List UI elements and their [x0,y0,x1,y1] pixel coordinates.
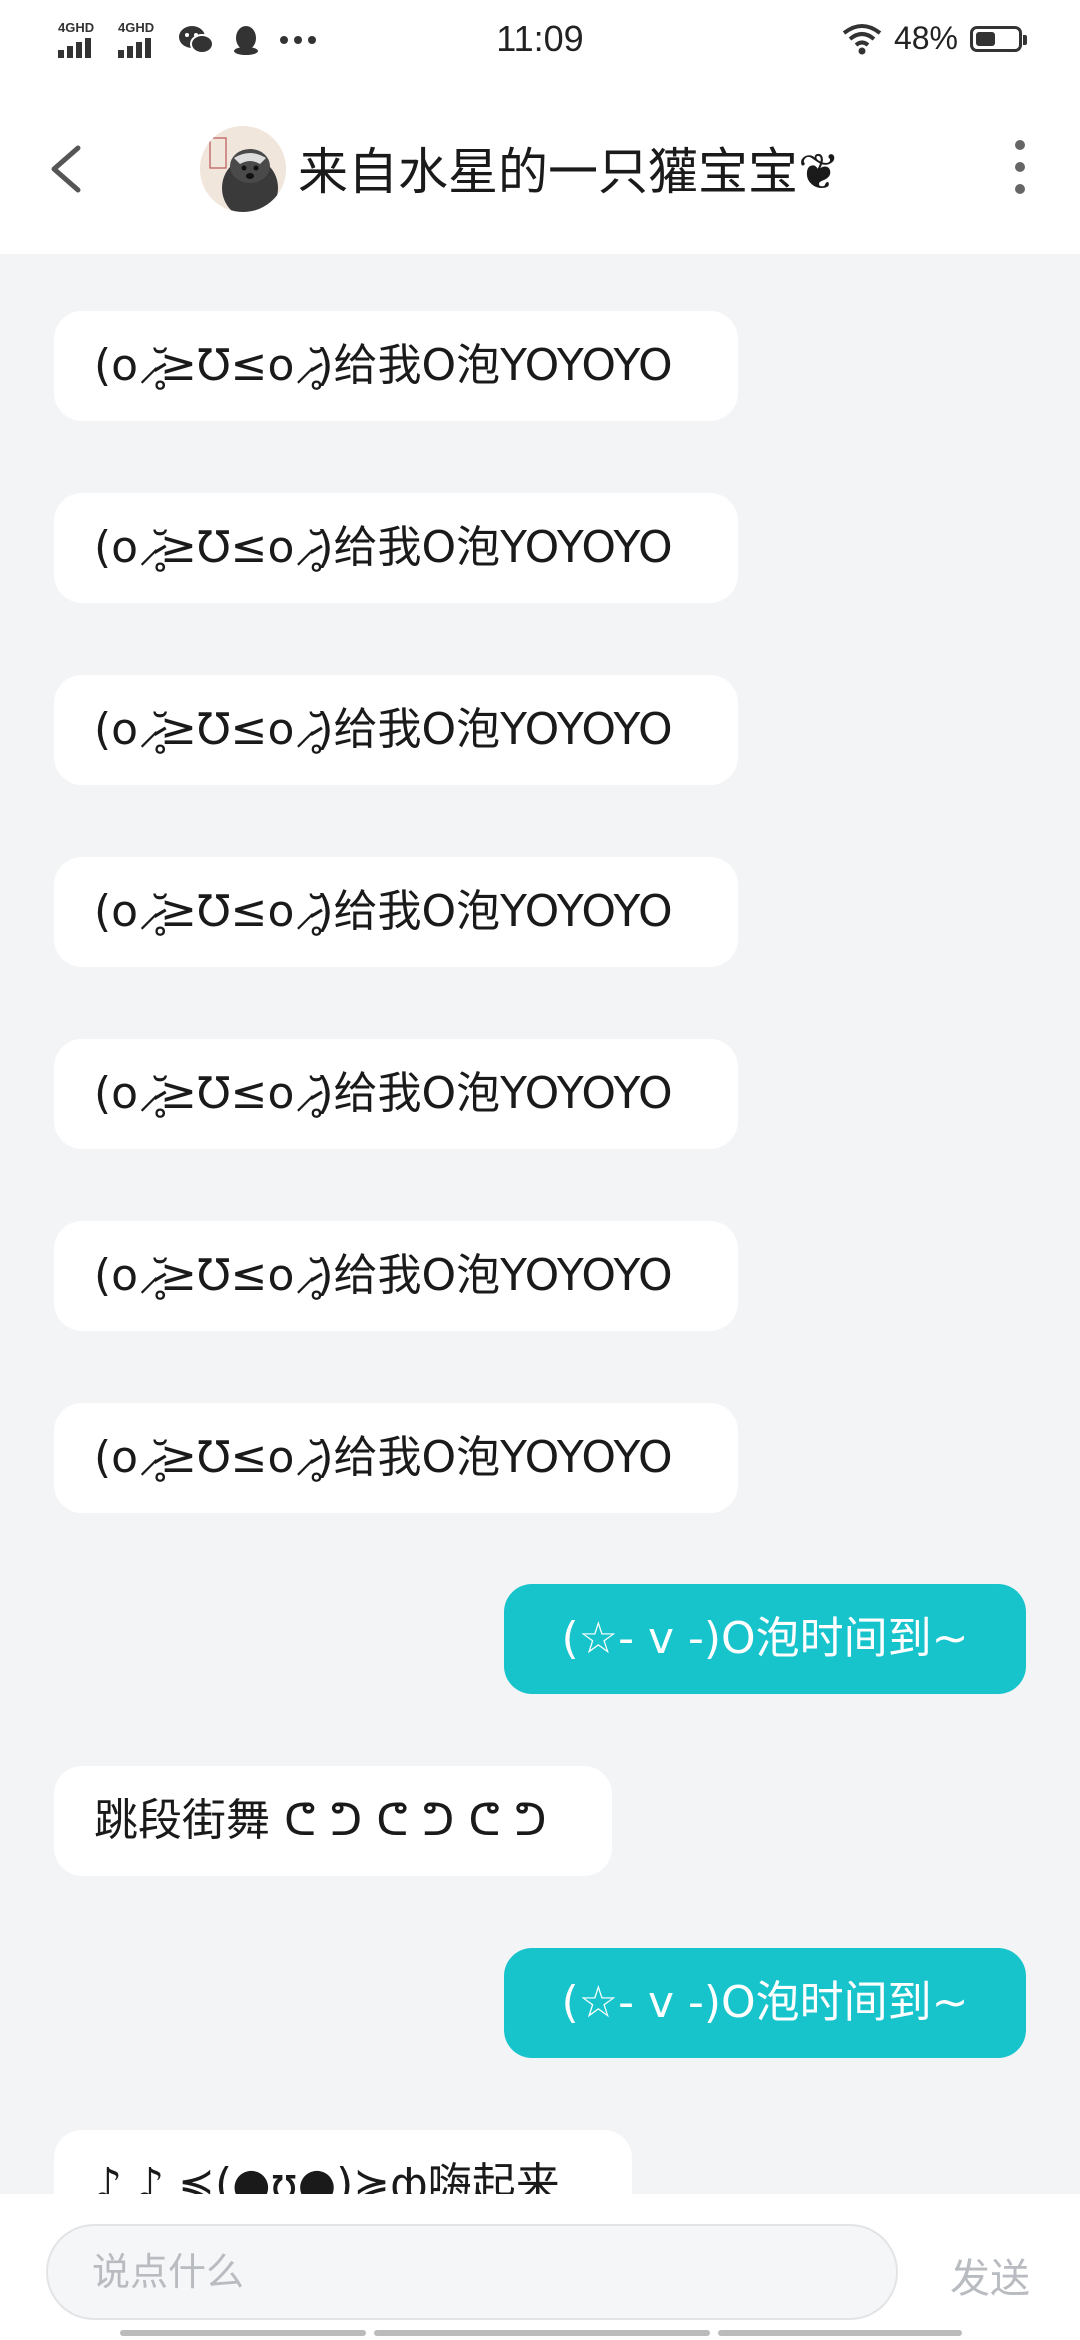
chat-title: 来自水星的一只獾宝宝❦ [298,143,840,201]
message-bubble-outgoing[interactable]: (☆- v -)O泡时间到~ [504,1584,1026,1694]
wifi-icon [842,23,882,54]
send-button[interactable]: 发送 [950,2246,1030,2304]
chevron-left-icon [51,145,81,193]
message-input[interactable]: 说点什么 [46,2224,898,2320]
message-bubble-incoming[interactable]: (o⸝̷̥̆≥Ʊ≤o⸝̷̥̆)给我O泡YOYOYO [54,1221,738,1331]
gesture-bar [120,2330,962,2336]
status-bar: 4GHD 4GHD 11:09 48% [0,0,1080,84]
badger-avatar-icon [200,126,286,212]
message-bubble-incoming[interactable]: 跳段街舞 ᕦ ᕤ ᕦ ᕤ ᕦ ᕤ [54,1766,612,1876]
status-right: 48% [842,20,1027,57]
message-bubble-incoming[interactable]: (o⸝̷̥̆≥Ʊ≤o⸝̷̥̆)给我O泡YOYOYO [54,675,738,785]
message-bubble-incoming[interactable]: (o⸝̷̥̆≥Ʊ≤o⸝̷̥̆)给我O泡YOYOYO [54,857,738,967]
battery-level [976,31,995,46]
back-button[interactable] [40,134,100,204]
message-bubble-incoming[interactable]: (o⸝̷̥̆≥Ʊ≤o⸝̷̥̆)给我O泡YOYOYO [54,1039,738,1149]
battery-icon [970,25,1027,52]
message-bubble-incoming[interactable]: (o⸝̷̥̆≥Ʊ≤o⸝̷̥̆)给我O泡YOYOYO [54,1403,738,1513]
input-bar: 说点什么 发送 [0,2194,1080,2340]
message-bubble-incoming[interactable]: (o⸝̷̥̆≥Ʊ≤o⸝̷̥̆)给我O泡YOYOYO [54,311,738,421]
avatar[interactable] [200,126,286,212]
more-button[interactable] [1000,134,1040,204]
message-list[interactable]: (o⸝̷̥̆≥Ʊ≤o⸝̷̥̆)给我O泡YOYOYO (o⸝̷̥̆≥Ʊ≤o⸝̷̥̆… [0,254,1080,2194]
battery-percent: 48% [893,20,958,56]
chat-header: 来自水星的一只獾宝宝❦ [0,84,1080,254]
message-bubble-outgoing[interactable]: (☆- v -)O泡时间到~ [504,1948,1026,2058]
message-bubble-incoming[interactable]: ♪ ♪ ≼(●ʊ̬●)≽ф嗨起来 [54,2130,632,2194]
message-bubble-incoming[interactable]: (o⸝̷̥̆≥Ʊ≤o⸝̷̥̆)给我O泡YOYOYO [54,493,738,603]
more-vertical-icon [1000,140,1040,194]
